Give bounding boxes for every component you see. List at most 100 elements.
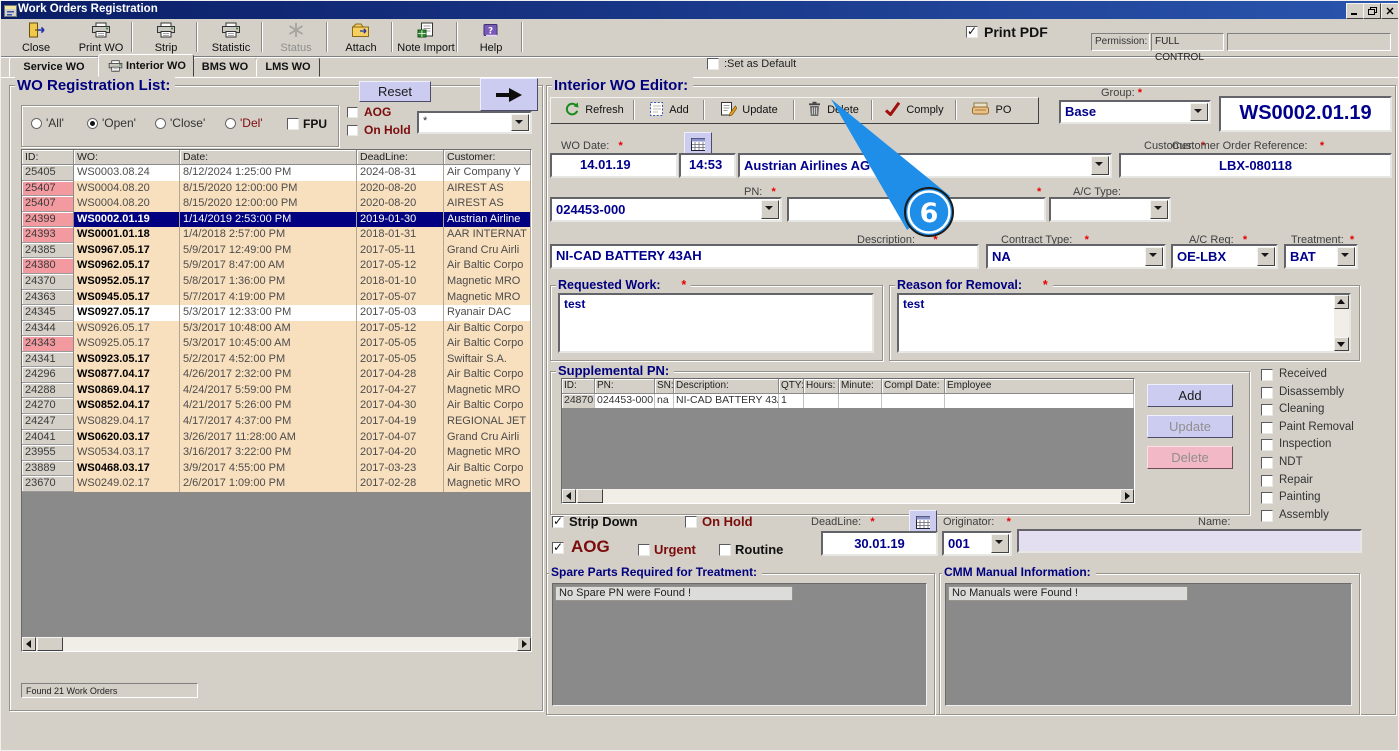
wo-time-field[interactable]: 14:53 [679,153,736,178]
table-row[interactable]: 24343WS0925.05.175/3/2017 10:45:00 AM201… [22,336,531,352]
painting-checkbox[interactable] [1261,492,1273,504]
treatment-combo[interactable]: BAT [1284,244,1358,269]
cleaning-checkbox[interactable] [1261,404,1273,416]
refresh-button[interactable]: Refresh [557,100,631,120]
requested-work-textarea[interactable]: test [558,293,874,353]
scroll-left-icon[interactable] [562,489,576,503]
chevron-down-icon[interactable] [511,114,529,131]
scroll-thumb[interactable] [577,489,603,503]
aog-checkbox[interactable] [552,542,564,554]
supplemental-add-button[interactable]: Add [1147,384,1233,407]
table-row[interactable]: 25407WS0004.08.208/15/2020 12:00:00 PM20… [22,181,531,197]
table-row[interactable]: 24270WS0852.04.174/21/2017 5:26:00 PM201… [22,398,531,414]
supp-column-description[interactable]: Description: [674,379,779,394]
reason-for-removal-textarea[interactable]: test [897,293,1351,353]
paint-removal-checkbox[interactable] [1261,422,1273,434]
column-header-customer[interactable]: Customer: [444,150,531,165]
group-combo[interactable]: Base [1059,100,1211,124]
ndt-checkbox[interactable] [1261,457,1273,469]
supp-column-sn[interactable]: SN: [655,379,674,394]
column-header-wo[interactable]: WO: [74,150,180,165]
pn-combo[interactable]: 024453-000 [550,197,782,222]
reset-button[interactable]: Reset [359,81,431,102]
attach-button[interactable]: Attach [331,21,391,54]
pn-secondary-field[interactable] [787,197,1046,222]
help-button[interactable]: ?Help [461,21,521,54]
scroll-up-icon[interactable] [1334,295,1349,309]
on-hold-checkbox[interactable] [685,516,697,528]
update-button[interactable]: Update [707,100,791,120]
originator-combo[interactable]: 001 [942,531,1012,556]
filter-radio-all[interactable] [31,118,42,129]
strip-button[interactable]: Strip [136,21,196,54]
table-row[interactable]: 24385WS0967.05.175/9/2017 12:49:00 PM201… [22,243,531,259]
supp-column-employee[interactable]: Employee [945,379,1134,394]
filter-radio-open[interactable] [87,118,98,129]
tab-lms-wo[interactable]: LMS WO [256,57,320,77]
tab-service-wo[interactable]: Service WO [9,57,99,77]
supp-column-qty[interactable]: QTY: [779,379,804,394]
chevron-down-icon[interactable] [761,200,779,219]
note-import-button[interactable]: Note Import [396,21,456,54]
strip-down-checkbox[interactable] [552,516,564,528]
scroll-left-icon[interactable] [22,637,36,651]
received-checkbox[interactable] [1261,369,1273,381]
supp-column-id[interactable]: ID: [562,379,595,394]
table-row[interactable]: 24247WS0829.04.174/17/2017 4:37:00 PM201… [22,414,531,430]
column-header-id[interactable]: ID: [22,150,74,165]
chevron-down-icon[interactable] [1145,247,1163,266]
table-row[interactable]: 25407WS0004.08.208/15/2020 12:00:00 PM20… [22,196,531,212]
disassembly-checkbox[interactable] [1261,387,1273,399]
supp-column-pn[interactable]: PN: [595,379,655,394]
column-header-date[interactable]: Date: [180,150,357,165]
customer-combo[interactable]: Austrian Airlines AG [738,153,1112,178]
scroll-thumb[interactable] [37,637,63,651]
close-button[interactable]: Close [6,21,66,54]
supplemental-row[interactable]: 24870024453-000naNI-CAD BATTERY 43AH1 [562,394,1134,408]
print-wo-button[interactable]: Print WO [71,21,131,54]
close-window-button[interactable] [1381,3,1399,19]
contract-type-combo[interactable]: NA [986,244,1166,269]
table-row[interactable]: 23955WS0534.03.173/16/2017 3:22:00 PM201… [22,445,531,461]
table-row[interactable]: 24296WS0877.04.174/26/2017 2:32:00 PM201… [22,367,531,383]
scroll-right-icon[interactable] [1120,489,1134,503]
wo-date-field[interactable]: 14.01.19 [550,153,678,178]
table-row[interactable]: 24380WS0962.05.175/9/2017 8:47:00 AM2017… [22,258,531,274]
table-row[interactable]: 25405WS0003.08.248/12/2024 1:25:00 PM202… [22,165,531,181]
table-row[interactable]: 24345WS0927.05.175/3/2017 12:33:00 PM201… [22,305,531,321]
supp-column-hours[interactable]: Hours: [804,379,839,394]
set-as-default-checkbox[interactable] [707,58,719,70]
description-field[interactable]: NI-CAD BATTERY 43AH [550,244,979,269]
deadline-calendar-button[interactable] [909,510,937,533]
comply-button[interactable]: Comply [875,100,953,120]
filter-radio-close[interactable] [155,118,166,129]
repair-checkbox[interactable] [1261,475,1273,487]
tab-bms-wo[interactable]: BMS WO [193,57,257,77]
on-hold-filter-checkbox[interactable] [347,125,358,136]
table-row-selected[interactable]: 24399WS0002.01.191/14/2019 2:53:00 PM201… [22,212,531,228]
name-field[interactable] [1017,529,1362,553]
supp-column-minute[interactable]: Minute: [839,379,882,394]
deadline-field[interactable]: 30.01.19 [821,531,938,556]
customer-filter-combo[interactable]: * [417,111,532,134]
chevron-down-icon[interactable] [1150,200,1168,219]
po-button[interactable]: PO [959,100,1023,120]
restore-button[interactable] [1363,3,1381,19]
supp-column-compl-date[interactable]: Compl Date: [882,379,945,394]
table-row[interactable]: 24363WS0945.05.175/7/2017 4:19:00 PM2017… [22,290,531,306]
table-row[interactable]: 24041WS0620.03.173/26/2017 11:28:00 AM20… [22,430,531,446]
transfer-arrow-button[interactable] [480,78,538,111]
table-row[interactable]: 24393WS0001.01.181/4/2018 2:57:00 PM2018… [22,227,531,243]
ac-type-combo[interactable] [1049,197,1171,222]
wo-table-hscrollbar[interactable] [22,637,531,651]
scroll-down-icon[interactable] [1334,337,1349,351]
aog-filter-checkbox[interactable] [347,107,358,118]
customer-order-ref-field[interactable]: LBX-080118 [1119,153,1392,178]
table-row[interactable]: 24370WS0952.05.175/8/2017 1:36:00 PM2018… [22,274,531,290]
print-pdf-checkbox[interactable] [966,26,978,38]
table-row[interactable]: 24288WS0869.04.174/24/2017 5:59:00 PM201… [22,383,531,399]
chevron-down-icon[interactable] [1091,156,1109,175]
table-row[interactable]: 24341WS0923.05.175/2/2017 4:52:00 PM2017… [22,352,531,368]
chevron-down-icon[interactable] [1190,103,1208,121]
chevron-down-icon[interactable] [991,534,1009,553]
